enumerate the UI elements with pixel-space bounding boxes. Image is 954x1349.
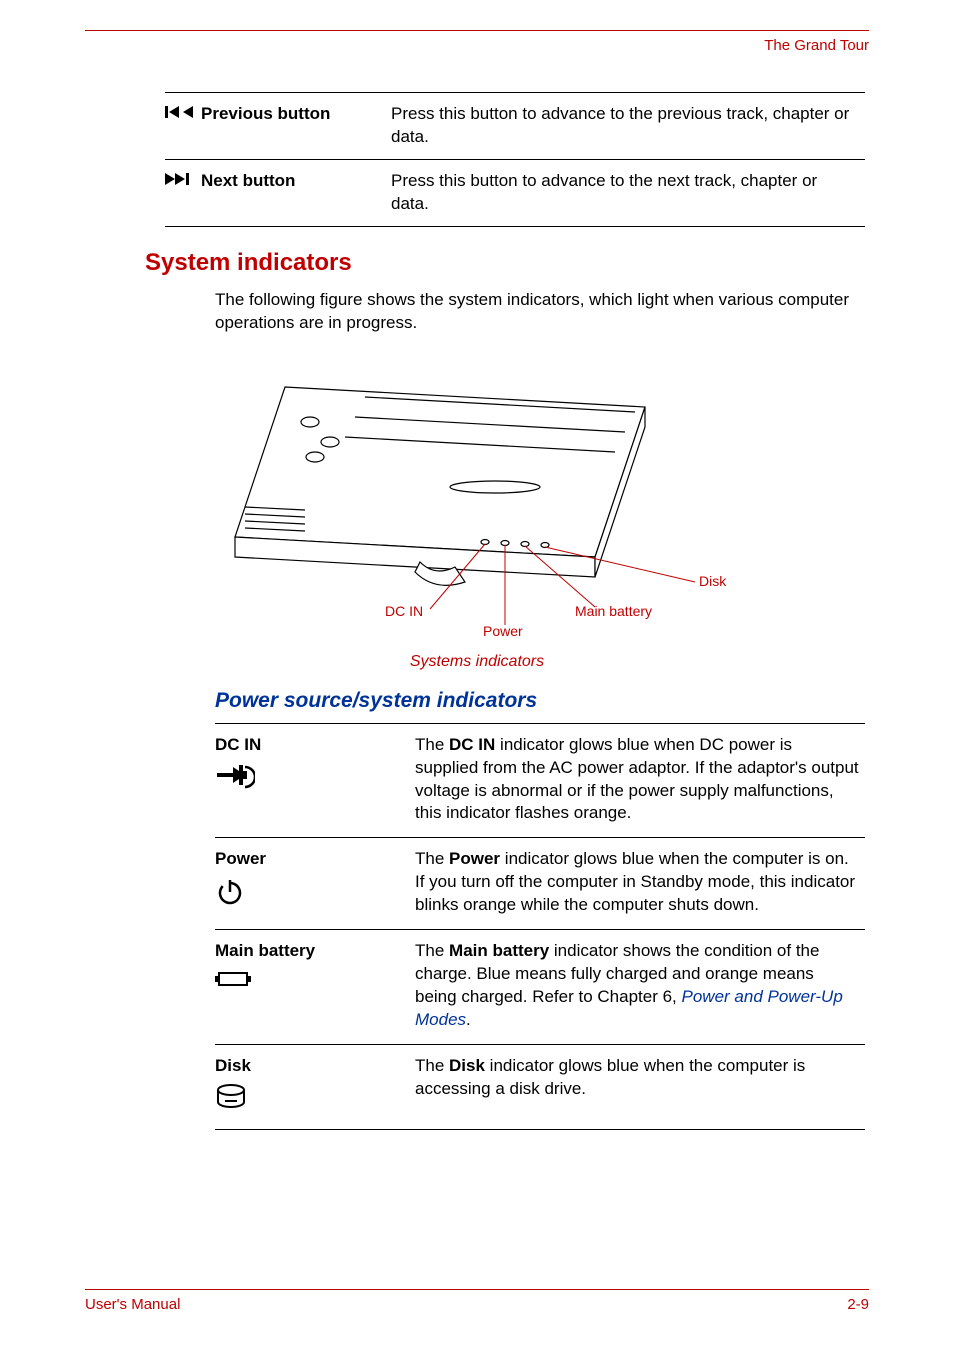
table-row: DC IN The DC IN indicator glows blue whe… — [215, 723, 865, 838]
disk-icon — [215, 1084, 409, 1117]
table-row: Main battery The Main battery indicator … — [215, 930, 865, 1045]
indicator-desc-dcin: The DC IN indicator glows blue when DC p… — [415, 723, 865, 838]
figure-caption: Systems indicators — [85, 653, 869, 671]
next-button-desc: Press this button to advance to the next… — [391, 159, 865, 226]
previous-button-desc: Press this button to advance to the prev… — [391, 93, 865, 160]
figure-label-disk: Disk — [699, 573, 726, 589]
section-intro: The following figure shows the system in… — [215, 289, 859, 335]
battery-icon — [215, 969, 409, 996]
next-track-icon — [165, 171, 193, 190]
table-row: Power The Power indicator glows blue whe… — [215, 838, 865, 930]
table-row: Disk The Disk indicator glows blue when … — [215, 1044, 865, 1129]
indicator-desc-main-battery: The Main battery indicator shows the con… — [415, 930, 865, 1045]
indicators-table: DC IN The DC IN indicator glows blue whe… — [215, 723, 865, 1130]
system-indicators-figure: DC IN Power Main battery Disk — [215, 347, 775, 647]
figure-label-main-battery: Main battery — [575, 603, 652, 619]
indicator-desc-power: The Power indicator glows blue when the … — [415, 838, 865, 930]
section-title: System indicators — [145, 249, 869, 277]
indicator-desc-disk: The Disk indicator glows blue when the c… — [415, 1044, 865, 1129]
table-row: Next button Press this button to advance… — [165, 159, 865, 226]
indicator-name-power: Power — [215, 848, 409, 871]
media-buttons-table: Previous button Press this button to adv… — [165, 92, 865, 227]
figure-label-power: Power — [483, 623, 523, 639]
footer-left: User's Manual — [85, 1296, 180, 1313]
previous-track-icon — [165, 104, 193, 123]
dc-in-icon — [215, 763, 409, 798]
power-icon — [215, 877, 409, 914]
indicator-name-main-battery: Main battery — [215, 940, 409, 963]
next-button-label: Next button — [201, 159, 391, 226]
page-footer: User's Manual 2-9 — [85, 1289, 869, 1313]
indicator-name-disk: Disk — [215, 1055, 409, 1078]
table-row: Previous button Press this button to adv… — [165, 93, 865, 160]
chapter-label: The Grand Tour — [85, 37, 869, 54]
previous-button-label: Previous button — [201, 93, 391, 160]
footer-page-number: 2-9 — [847, 1296, 869, 1313]
indicator-name-dcin: DC IN — [215, 734, 409, 757]
figure-label-dcin: DC IN — [385, 603, 423, 619]
subsection-title: Power source/system indicators — [215, 689, 869, 713]
